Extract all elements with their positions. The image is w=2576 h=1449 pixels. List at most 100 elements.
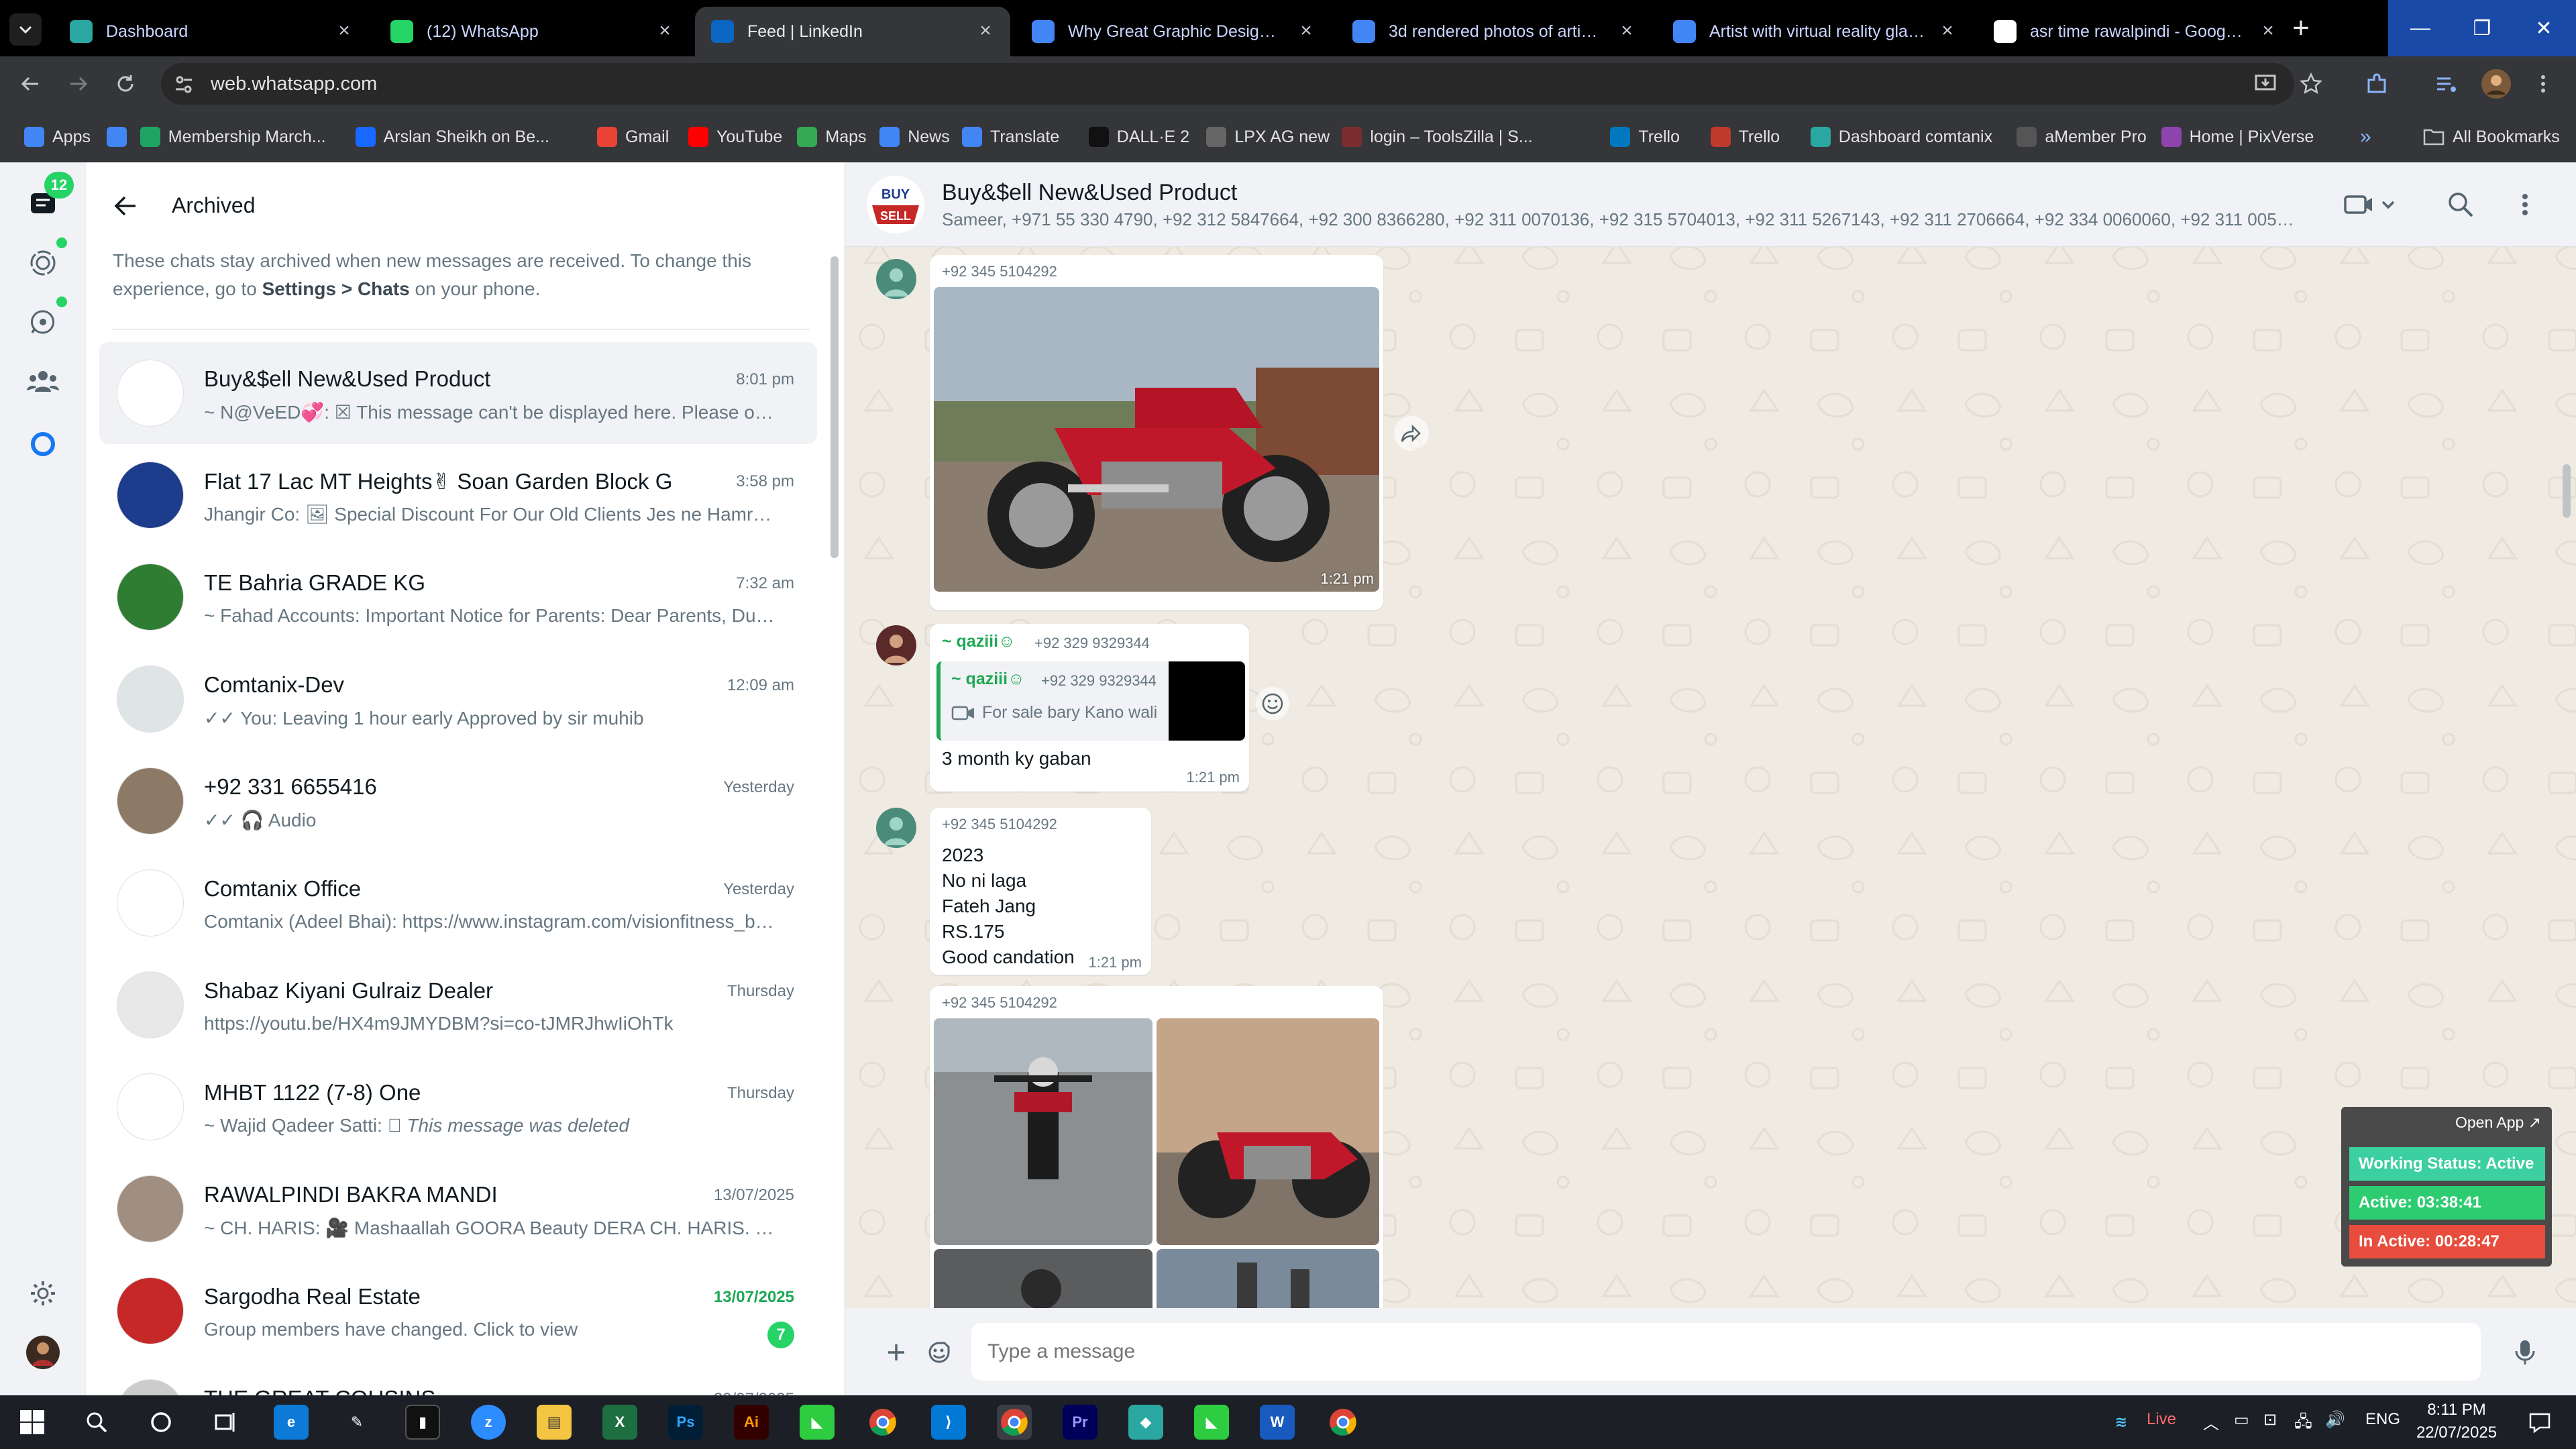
browser-tab[interactable]: Feed | LinkedIn ×	[695, 7, 1010, 56]
bookmark-item[interactable]: News	[879, 122, 950, 152]
back-button[interactable]	[109, 189, 142, 223]
open-app-link[interactable]: Open App ↗	[2455, 1114, 2541, 1132]
tray-meet-icon[interactable]: ▭	[2234, 1410, 2249, 1430]
taskbar-premiere[interactable]: Pr	[1063, 1405, 1097, 1440]
chat-list-item[interactable]: +92 331 6655416 Yesterday ✓✓ 🎧 Audio	[99, 750, 817, 852]
back-button[interactable]	[12, 66, 48, 102]
chrome-menu-button[interactable]	[2525, 66, 2561, 102]
taskbar-chrome-active[interactable]	[997, 1405, 1032, 1440]
bookmark-item[interactable]: Translate	[962, 122, 1059, 152]
quoted-message[interactable]: ~ qaziii☺ +92 329 9329344 For sale bary …	[936, 661, 1245, 741]
browser-tab[interactable]: Dashboard ×	[54, 7, 369, 56]
chat-list-item[interactable]: THE GREAT COUSINS 20/07/2025	[99, 1362, 817, 1395]
group-avatar[interactable]: BUY SELL	[867, 176, 924, 233]
sticker-button[interactable]	[920, 1334, 958, 1371]
status-nav-button[interactable]	[23, 243, 63, 283]
chat-list-item[interactable]: TE Bahria GRADE KG 7:32 am ~ Fahad Account…	[99, 546, 817, 648]
tray-volume-icon[interactable]: 🔊	[2325, 1410, 2345, 1430]
bookmark-item[interactable]: Gmail	[597, 122, 669, 152]
browser-tab[interactable]: asr time rawalpindi - Google Se ×	[1978, 7, 2293, 56]
taskbar-chrome[interactable]	[865, 1405, 900, 1440]
bookmark-item[interactable]: aMember Pro	[2017, 122, 2147, 152]
tab-close-icon[interactable]: ×	[656, 21, 674, 41]
chat-list-item[interactable]: Shabaz Kiyani Gulraiz Dealer Thursday http…	[99, 954, 817, 1056]
clock-date[interactable]: 22/07/2025	[2410, 1424, 2504, 1442]
taskbar-excel[interactable]: X	[602, 1405, 637, 1440]
all-bookmarks-button[interactable]: All Bookmarks	[2423, 122, 2560, 152]
taskbar-file-explorer[interactable]: ▤	[537, 1405, 572, 1440]
live-label[interactable]: Live	[2147, 1410, 2176, 1429]
cortana-button[interactable]	[144, 1405, 178, 1440]
media-control-button[interactable]	[2428, 66, 2465, 102]
meta-ai-button[interactable]	[23, 424, 63, 464]
bookmarks-overflow-button[interactable]: »	[2360, 122, 2371, 152]
browser-tab[interactable]: (12) WhatsApp ×	[374, 7, 690, 56]
new-tab-button[interactable]: +	[2284, 11, 2318, 46]
taskbar-app-green[interactable]: ◣	[800, 1405, 835, 1440]
bookmark-star-button[interactable]	[2293, 66, 2329, 102]
taskbar-illustrator[interactable]: Ai	[734, 1405, 769, 1440]
bookmark-item[interactable]: Dashboard comtanix	[1810, 122, 1992, 152]
bookmark-item[interactable]: Apps	[24, 122, 91, 152]
bookmark-item[interactable]: login – ToolsZilla | S...	[1342, 122, 1533, 152]
window-close-button[interactable]: ✕	[2512, 0, 2576, 56]
tab-close-icon[interactable]: ×	[1939, 21, 1956, 41]
bookmark-item[interactable]: Trello	[1710, 122, 1780, 152]
tray-chevron-up-icon[interactable]: ︿	[2203, 1410, 2219, 1434]
react-button[interactable]	[1256, 687, 1289, 720]
bookmark-item[interactable]: DALL·E 2	[1088, 122, 1189, 152]
bookmark-item[interactable]: Maps	[797, 122, 867, 152]
bookmark-item[interactable]: Arslan Sheikh on Be...	[355, 122, 549, 152]
taskbar-word[interactable]: W	[1260, 1405, 1295, 1440]
address-bar[interactable]: web.whatsapp.com	[161, 63, 2294, 105]
sender-avatar[interactable]	[876, 259, 916, 299]
chat-list-item[interactable]: RAWALPINDI BAKRA MANDI 13/07/2025 ~ CH. HA…	[99, 1158, 817, 1260]
attach-button[interactable]	[877, 1334, 915, 1371]
settings-nav-button[interactable]	[23, 1273, 63, 1313]
profile-avatar-button[interactable]	[2478, 66, 2514, 102]
conversation-scrollbar[interactable]	[2563, 464, 2571, 518]
reply-message[interactable]: ~ qaziii☺ +92 329 9329344 ~ qaziii☺ +92 …	[930, 624, 1249, 792]
chat-list-item[interactable]: Buy&$ell New&Used Product 8:01 pm ~ N@VeED…	[99, 342, 817, 444]
message-input[interactable]	[971, 1323, 2481, 1381]
chat-list-scrollbar[interactable]	[830, 256, 839, 558]
tray-camera-icon[interactable]: ⊡	[2263, 1410, 2277, 1430]
chat-list-item[interactable]: Comtanix-Dev 12:09 am ✓✓ You: Leaving 1 ho…	[99, 648, 817, 750]
extensions-button[interactable]	[2359, 66, 2395, 102]
tray-network-icon[interactable]: 🖧	[2294, 1410, 2312, 1438]
sender-avatar[interactable]	[876, 625, 916, 665]
tab-search-button[interactable]	[9, 13, 42, 46]
conversation-header[interactable]: BUY SELL Buy&$ell New&Used Product Sameer…	[845, 162, 2576, 247]
album-photo[interactable]	[1157, 1018, 1379, 1245]
browser-tab[interactable]: Why Great Graphic Design Is M ×	[1016, 7, 1331, 56]
bookmark-item[interactable]	[106, 122, 135, 152]
tab-close-icon[interactable]: ×	[335, 21, 353, 41]
bookmark-item[interactable]: Trello	[1610, 122, 1680, 152]
tab-close-icon[interactable]: ×	[977, 21, 994, 41]
chat-list-item[interactable]: MHBT 1122 (7-8) One Thursday ~ Wajid Qadee…	[99, 1056, 817, 1158]
tab-close-icon[interactable]: ×	[2259, 21, 2277, 41]
taskbar-vscode[interactable]: ⟩	[931, 1405, 966, 1440]
window-minimize-button[interactable]: —	[2388, 0, 2453, 56]
channels-nav-button[interactable]	[23, 302, 63, 342]
text-message[interactable]: +92 345 5104292 2023 No ni laga Fateh Jang…	[930, 808, 1151, 975]
window-restore-button[interactable]: ❐	[2450, 0, 2514, 56]
forward-button[interactable]	[1394, 416, 1429, 451]
bookmark-item[interactable]: Membership March...	[140, 122, 326, 152]
profile-nav-button[interactable]	[23, 1332, 63, 1373]
sender-avatar[interactable]	[876, 808, 916, 848]
taskbar-search-button[interactable]	[79, 1405, 114, 1440]
voice-message-button[interactable]	[2506, 1334, 2544, 1371]
taskbar-photoshop[interactable]: Ps	[668, 1405, 703, 1440]
tab-close-icon[interactable]: ×	[1297, 21, 1315, 41]
chat-list-item[interactable]: Flat 17 Lac MT Heights✌ Soan Garden Bloc…	[99, 444, 817, 546]
taskbar-edge[interactable]: e	[274, 1405, 309, 1440]
bookmark-item[interactable]: LPX AG new	[1206, 122, 1330, 152]
image-message[interactable]: +92 345 5104292 1:21 pm	[930, 255, 1383, 610]
video-call-dropdown-button[interactable]	[2343, 185, 2403, 224]
forward-button[interactable]	[60, 66, 97, 102]
bookmark-item[interactable]: YouTube	[688, 122, 782, 152]
clock-time[interactable]: 8:11 PM	[2410, 1401, 2504, 1419]
motorcycle-photo[interactable]	[934, 287, 1379, 592]
weather-icon[interactable]: ≋	[2104, 1405, 2139, 1440]
